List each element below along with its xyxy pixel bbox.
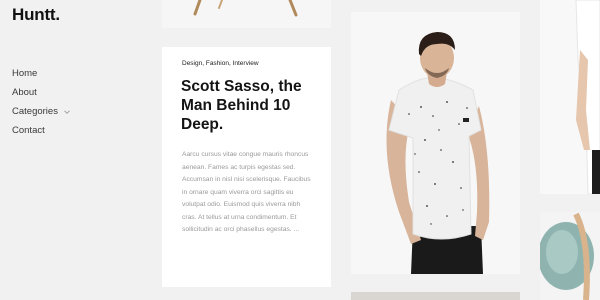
- right-photo-bottom[interactable]: [540, 212, 600, 300]
- article-tags[interactable]: Design, Fashion, Interview: [182, 60, 259, 67]
- chair-legs-image: [193, 0, 298, 17]
- article-card: Design, Fashion, Interview Scott Sasso, …: [162, 47, 331, 287]
- nav-item-label: Contact: [12, 125, 45, 136]
- person-in-white-shirt-image: [575, 0, 600, 194]
- next-card-image[interactable]: [351, 292, 520, 300]
- nav-item-label: Categories: [12, 106, 58, 117]
- nav-item-about[interactable]: About: [12, 83, 71, 102]
- site-logo[interactable]: Huntt.: [12, 5, 60, 25]
- article-title[interactable]: Scott Sasso, the Man Behind 10 Deep.: [181, 77, 321, 134]
- man-in-tshirt-image: [386, 32, 490, 274]
- nav-item-contact[interactable]: Contact: [12, 121, 71, 140]
- helmet-image: [540, 212, 600, 300]
- nav-item-home[interactable]: Home: [12, 64, 71, 83]
- right-photo-top[interactable]: [540, 0, 600, 194]
- chevron-down-icon: [64, 109, 70, 114]
- nav-item-label: Home: [12, 68, 38, 79]
- nav-item-label: About: [12, 87, 37, 98]
- chair-photo[interactable]: [162, 0, 331, 28]
- main-nav: Home About Categories Contact: [12, 64, 71, 140]
- sidebar: Huntt. Home About Categories Contact: [0, 0, 150, 300]
- nav-item-categories[interactable]: Categories: [12, 102, 71, 121]
- article-excerpt: Aarcu cursus vitae congue mauris rhoncus…: [182, 151, 311, 233]
- model-photo[interactable]: [351, 12, 520, 274]
